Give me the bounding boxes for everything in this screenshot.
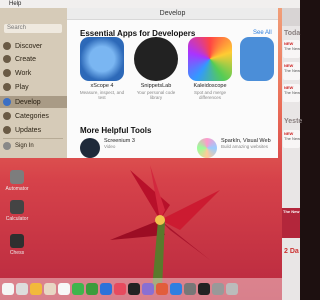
- updates-icon: [3, 126, 11, 134]
- day-heading-2-days: 2 Da: [284, 248, 299, 255]
- reminders-icon[interactable]: [44, 283, 56, 295]
- chess-icon: [10, 234, 24, 248]
- tv-icon[interactable]: [128, 283, 140, 295]
- system-preferences-icon[interactable]: [184, 283, 196, 295]
- snippetslab-icon: [134, 37, 178, 81]
- star-icon: [3, 42, 11, 50]
- sidebar-item-work[interactable]: Work: [0, 67, 67, 79]
- messages-icon[interactable]: [72, 283, 84, 295]
- paperplane-icon: [3, 69, 11, 77]
- sidebar-item-play[interactable]: Play: [0, 81, 67, 93]
- sidebar-item-categories[interactable]: Categories: [0, 110, 67, 122]
- desktop-app-automator[interactable]: Automator: [2, 170, 32, 192]
- music-icon[interactable]: [114, 283, 126, 295]
- app-icon: [240, 37, 274, 81]
- calendar-icon[interactable]: [16, 283, 28, 295]
- brush-icon: [3, 55, 11, 63]
- hammer-icon: [3, 98, 11, 106]
- calculator-icon: [10, 200, 24, 214]
- sparkin-icon: [197, 138, 217, 158]
- notification-center: Toda NEW The New NEW The New NEW The New…: [282, 8, 303, 300]
- sidebar-item-discover[interactable]: Discover: [0, 40, 67, 52]
- notification-tabs: [282, 8, 300, 26]
- sidebar-item-develop[interactable]: Develop: [0, 96, 67, 108]
- notification-card[interactable]: NEW The New: [283, 62, 300, 80]
- podcasts-icon[interactable]: [142, 283, 154, 295]
- flower-image: [110, 165, 220, 290]
- activity-monitor-icon[interactable]: [212, 283, 224, 295]
- xscope-icon: [80, 37, 124, 81]
- sidebar: Search Discover Create Work Play Develop…: [0, 8, 67, 158]
- day-heading-today: Toda: [284, 30, 301, 37]
- app-card-snippetslab[interactable]: SnippetsLab Your personal code library: [131, 37, 181, 100]
- facetime-icon[interactable]: [86, 283, 98, 295]
- sidebar-item-updates[interactable]: Updates: [0, 124, 67, 136]
- avatar-icon: [3, 142, 11, 150]
- notification-card-dark[interactable]: The New: [282, 208, 300, 238]
- desktop-app-calculator[interactable]: Calculator: [2, 200, 32, 222]
- search-input[interactable]: Search: [4, 24, 62, 33]
- day-heading-yesterday: Yeste: [284, 118, 303, 125]
- finder-icon[interactable]: [2, 283, 14, 295]
- tool-card-screenium[interactable]: Screenium 3 Video: [80, 138, 135, 158]
- categories-icon: [3, 112, 11, 120]
- tool-card-sparkin[interactable]: SparkIn, Visual Web Build amazing websit…: [197, 138, 271, 158]
- notification-card[interactable]: NEW The New: [283, 40, 300, 58]
- app-store-window: Search Discover Create Work Play Develop…: [0, 8, 278, 158]
- main-content: Develop Essential Apps for Developers Se…: [67, 8, 278, 158]
- app-card-kaleidoscope[interactable]: Kaleidoscope Spot and merge differences: [185, 37, 235, 100]
- menu-help[interactable]: Help: [9, 1, 21, 7]
- menu-bar: Help: [0, 0, 300, 8]
- sidebar-item-create[interactable]: Create: [0, 53, 67, 65]
- trash-icon[interactable]: [226, 283, 238, 295]
- desktop-app-chess[interactable]: Chess: [2, 234, 32, 256]
- see-all-link[interactable]: See All: [253, 30, 272, 36]
- notes-icon[interactable]: [30, 283, 42, 295]
- terminal-icon[interactable]: [198, 283, 210, 295]
- section-heading-tools: More Helpful Tools: [80, 126, 152, 135]
- app-card-partial[interactable]: [239, 37, 275, 81]
- dock: [0, 278, 282, 300]
- rocket-icon: [3, 83, 11, 91]
- automator-icon: [10, 170, 24, 184]
- sidebar-divider: [3, 138, 63, 139]
- books-icon[interactable]: [156, 283, 168, 295]
- screenium-icon: [80, 138, 100, 158]
- app-store-icon[interactable]: [170, 283, 182, 295]
- window-title: Develop: [67, 8, 278, 20]
- app-card-xscope[interactable]: xScope 4 Measure, inspect, and test: [77, 37, 127, 100]
- photos-icon[interactable]: [58, 283, 70, 295]
- kaleidoscope-icon: [188, 37, 232, 81]
- notification-card[interactable]: NEW The New: [283, 130, 300, 148]
- safari-icon[interactable]: [100, 283, 112, 295]
- sign-in-button[interactable]: Sign In: [3, 142, 34, 150]
- notification-card[interactable]: NEW The New: [283, 84, 300, 102]
